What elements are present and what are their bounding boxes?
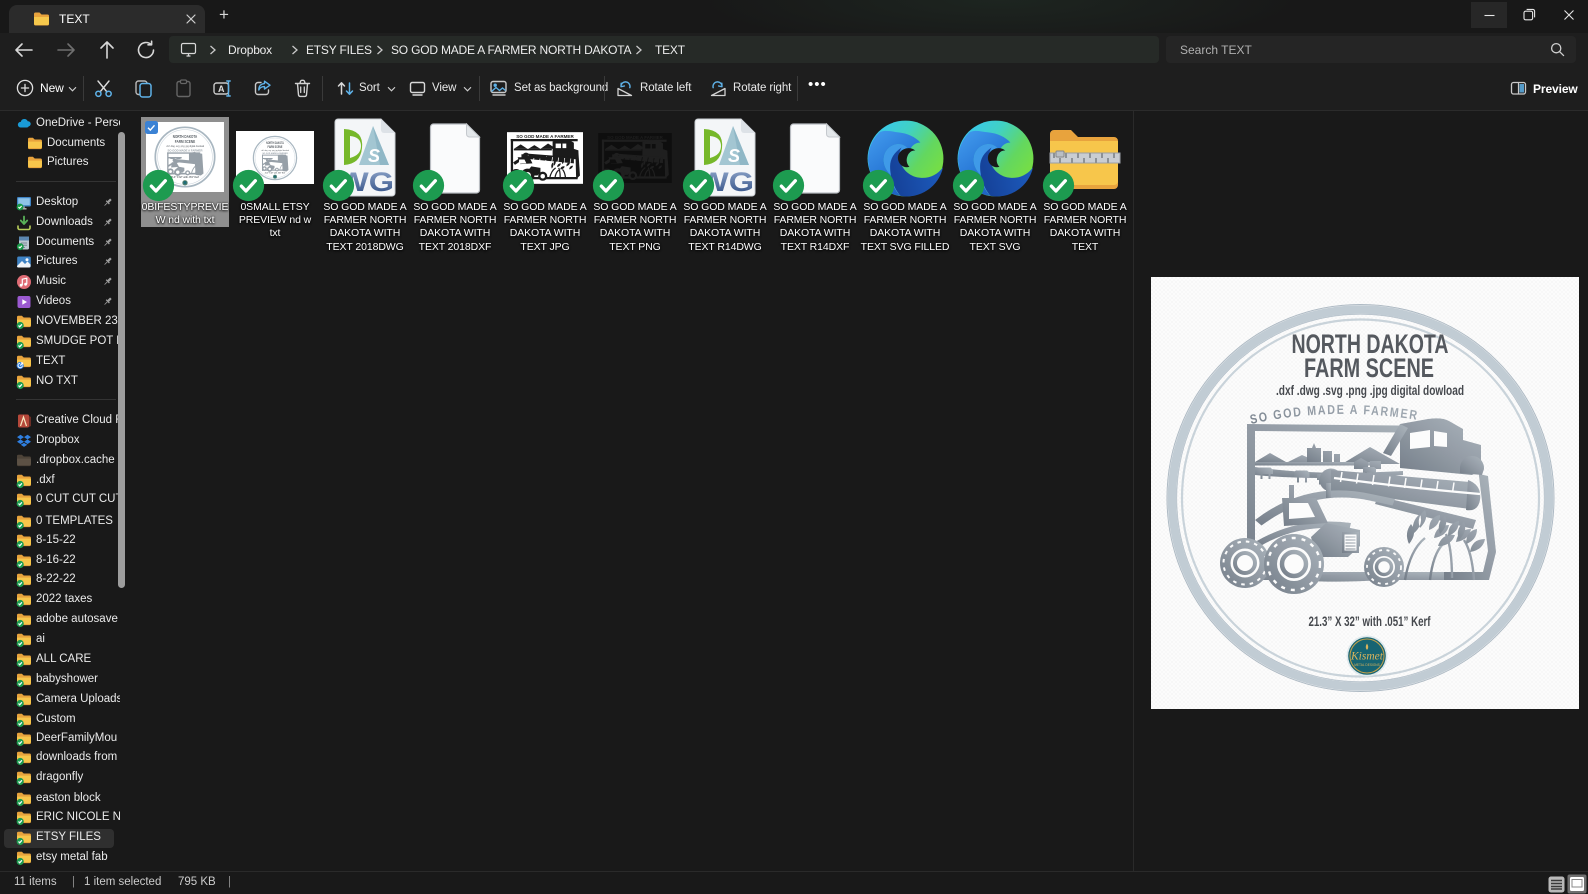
svg-text:S: S (728, 146, 740, 166)
svg-text:.dxf .dwg .svg .png .jpg digit: .dxf .dwg .svg .png .jpg digital dowload (1276, 383, 1464, 398)
svg-text:Kismet: Kismet (1350, 651, 1384, 663)
svg-text:21.3” X 32” with .051” Kerf: 21.3” X 32” with .051” Kerf (1309, 614, 1431, 629)
svg-text:FARM SCENE: FARM SCENE (1304, 353, 1434, 383)
svg-text:.dxf .dwg .svg .png .jpg digit: .dxf .dwg .svg .png .jpg digital dowload (166, 145, 205, 148)
svg-text:21.3” X 32” with .051” Kerf: 21.3” X 32” with .051” Kerf (171, 176, 199, 179)
svg-text:NORTH DAKOTA: NORTH DAKOTA (173, 134, 198, 140)
svg-text:SO GOD MADE A FARMER: SO GOD MADE A FARMER (516, 134, 574, 139)
svg-text:FARM SCENE: FARM SCENE (268, 144, 283, 148)
svg-text:SO GOD MADE A FARMER: SO GOD MADE A FARMER (607, 135, 664, 140)
svg-text:A: A (218, 84, 225, 94)
svg-text:SO GOD MADE A FARMER: SO GOD MADE A FARMER (168, 149, 203, 153)
svg-text:METAL DESIGNS: METAL DESIGNS (1354, 663, 1380, 667)
svg-text:FARM SCENE: FARM SCENE (175, 139, 196, 145)
svg-text:S: S (368, 146, 380, 166)
